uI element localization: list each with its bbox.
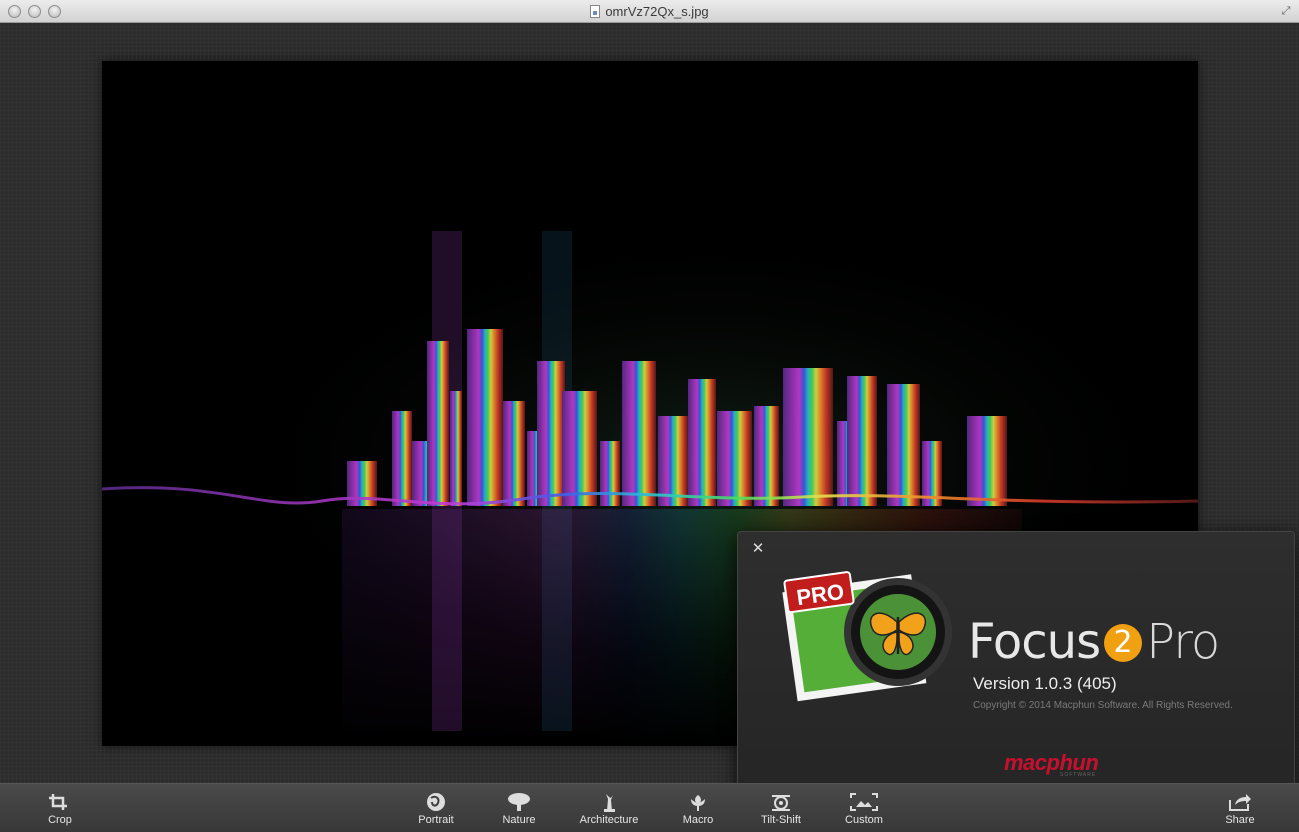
portrait-icon bbox=[427, 793, 445, 811]
crop-icon bbox=[49, 794, 67, 810]
window-title: omrVz72Qx_s.jpg bbox=[0, 4, 1299, 19]
architecture-label: Architecture bbox=[579, 814, 639, 826]
statue-of-liberty-icon bbox=[604, 794, 615, 812]
tilt-shift-button[interactable]: Tilt-Shift bbox=[750, 784, 812, 832]
about-dialog: ✕ PRO Focus 2 Pro Version 1.0.3 (405) Co… bbox=[737, 531, 1295, 799]
share-button[interactable]: Share bbox=[1214, 784, 1266, 832]
crop-button[interactable]: Crop bbox=[34, 784, 86, 832]
fullscreen-icon[interactable]: ⤢ bbox=[1279, 4, 1293, 18]
tree-icon bbox=[508, 793, 530, 811]
window-title-text: omrVz72Qx_s.jpg bbox=[605, 4, 709, 19]
version-label: Version 1.0.3 (405) bbox=[973, 674, 1117, 693]
title-bar: omrVz72Qx_s.jpg ⤢ bbox=[0, 0, 1299, 23]
nature-button[interactable]: Nature bbox=[492, 784, 546, 832]
custom-frame-icon bbox=[850, 793, 878, 811]
architecture-button[interactable]: Architecture bbox=[570, 784, 648, 832]
macro-button[interactable]: Macro bbox=[672, 784, 724, 832]
crop-label: Crop bbox=[48, 814, 72, 826]
nature-label: Nature bbox=[502, 814, 536, 826]
app-name: Focus 2 Pro bbox=[968, 614, 1220, 670]
version-number-badge: 2 bbox=[1104, 624, 1143, 662]
workspace: ✕ PRO Focus 2 Pro Version 1.0.3 (405) Co… bbox=[0, 23, 1299, 799]
portrait-button[interactable]: Portrait bbox=[406, 784, 466, 832]
macro-label: Macro bbox=[682, 814, 714, 826]
custom-button[interactable]: Custom bbox=[836, 784, 892, 832]
macphun-logo-sub: SOFTWARE bbox=[1060, 772, 1097, 778]
portrait-label: Portrait bbox=[418, 814, 454, 826]
image-file-icon bbox=[590, 5, 601, 18]
custom-label: Custom bbox=[845, 814, 883, 826]
bottom-toolbar: Crop Portrait Nature Architecture Macro bbox=[0, 783, 1299, 832]
app-name-text: Focus bbox=[968, 614, 1101, 670]
app-edition-text: Pro bbox=[1146, 614, 1220, 670]
share-label: Share bbox=[1225, 814, 1255, 826]
tilt-shift-icon bbox=[772, 795, 790, 811]
tilt-shift-label: Tilt-Shift bbox=[761, 814, 801, 826]
flower-icon bbox=[691, 795, 705, 811]
share-icon bbox=[1229, 794, 1251, 811]
focus-2-pro-app-icon: PRO bbox=[782, 571, 952, 702]
copyright-label: Copyright © 2014 Macphun Software. All R… bbox=[973, 700, 1233, 711]
close-about-button[interactable]: ✕ bbox=[750, 541, 766, 557]
